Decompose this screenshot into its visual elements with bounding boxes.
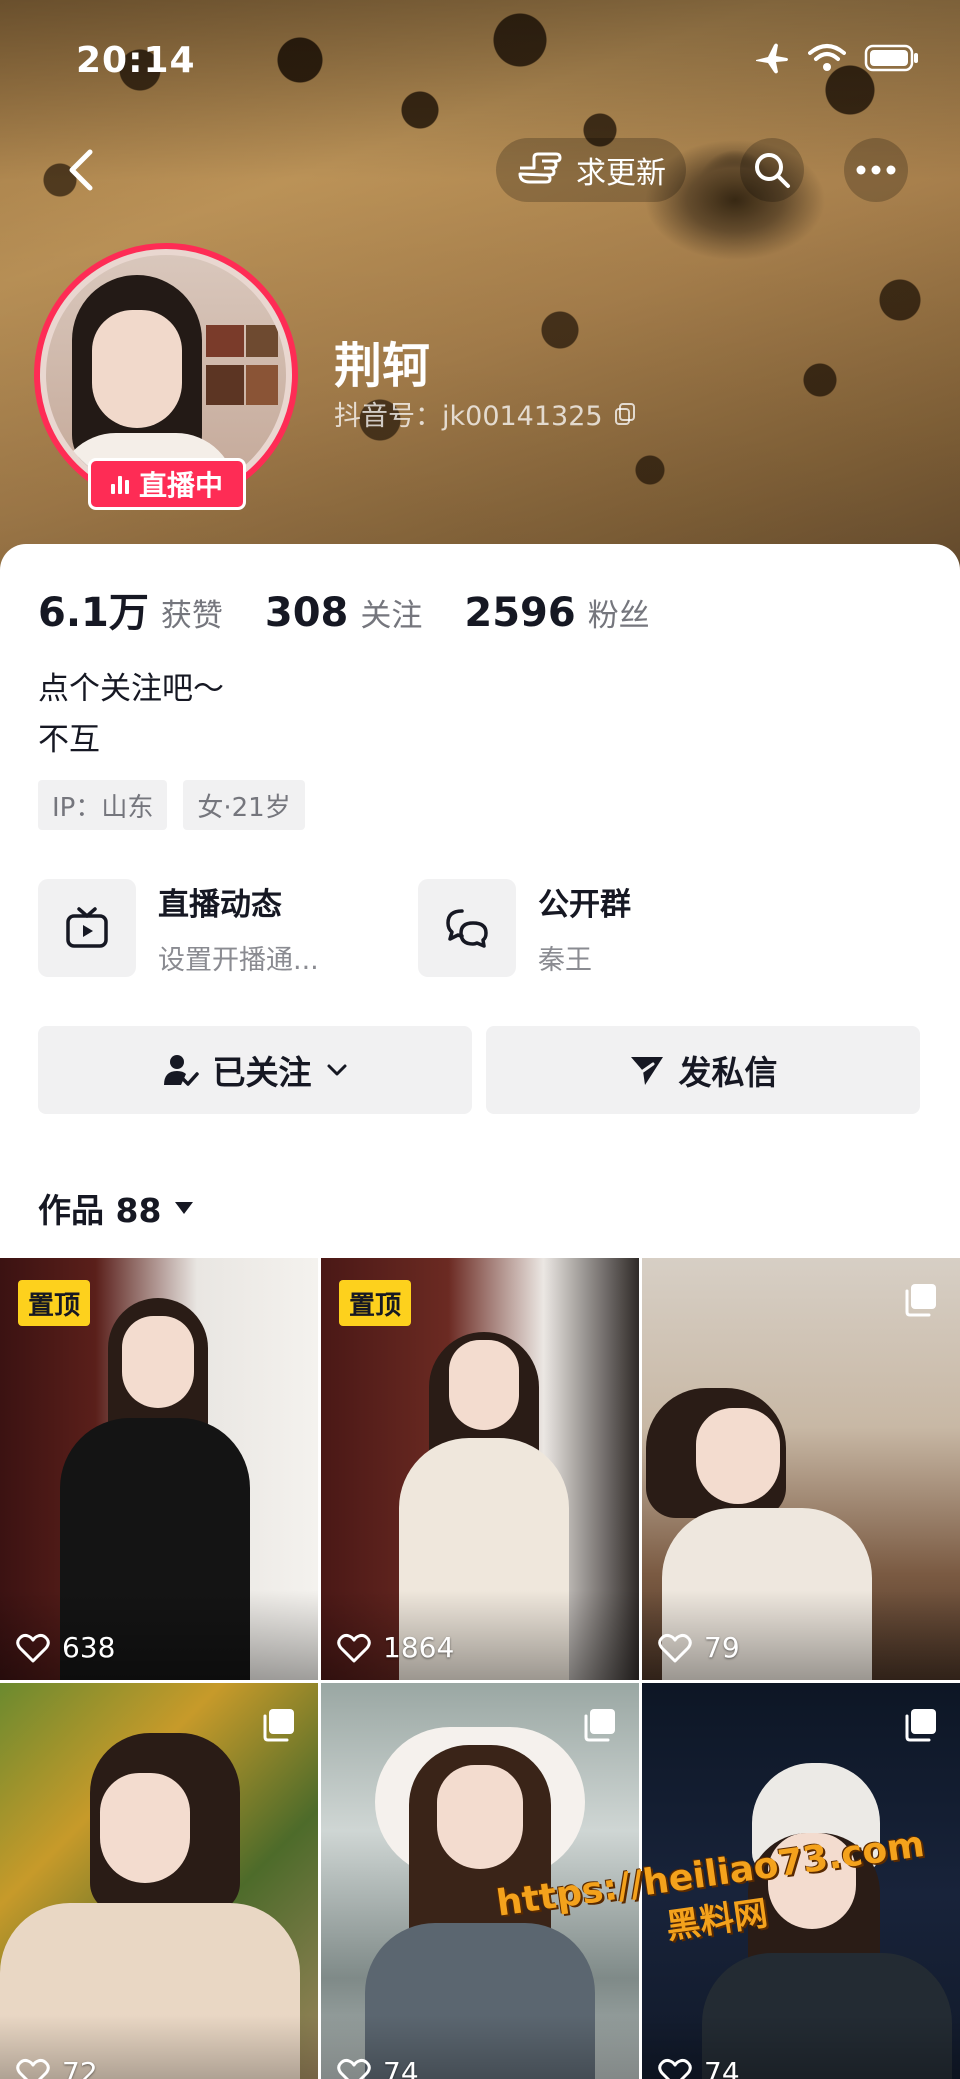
chevron-left-icon (69, 149, 93, 191)
public-group-entry[interactable]: 公开群 秦王 (418, 879, 631, 977)
battery-icon (864, 44, 920, 76)
stat-likes[interactable]: 6.1万 获赞 (38, 580, 223, 638)
more-dots-icon (856, 165, 896, 175)
likes-value: 74 (704, 2056, 740, 2079)
request-update-label: 求更新 (576, 156, 666, 191)
triangle-down-icon (175, 1202, 194, 1214)
work-item[interactable]: 79 (642, 1258, 960, 1680)
likes-value: 79 (704, 1631, 740, 1664)
work-item[interactable]: 置顶 638 (0, 1258, 318, 1680)
search-button[interactable] (740, 138, 804, 202)
works-tab-label: 作品 88 (38, 1191, 162, 1230)
stat-label: 关注 (360, 598, 423, 634)
pointing-hand-icon (518, 152, 562, 184)
likes-value: 72 (62, 2056, 98, 2079)
tv-icon (66, 907, 108, 948)
status-time: 20:14 (76, 40, 196, 81)
back-button[interactable] (52, 142, 108, 198)
wifi-icon (808, 43, 846, 77)
stat-value: 2596 (464, 590, 576, 636)
bio-line: 不互 (38, 722, 100, 758)
feature-icon-box (38, 879, 136, 977)
live-updates-entry[interactable]: 直播动态 设置开播通... (38, 879, 319, 977)
feature-title: 直播动态 (158, 887, 282, 923)
search-icon (755, 153, 790, 188)
feature-subtitle: 秦王 (538, 945, 592, 976)
heart-icon (658, 1633, 692, 1662)
top-navigation: 求更新 (0, 130, 960, 210)
likes-count: 79 (658, 1631, 740, 1664)
feature-icon-box (418, 879, 516, 977)
likes-count: 638 (16, 1631, 115, 1664)
likes-count: 1864 (337, 1631, 454, 1664)
multi-image-badge (902, 1707, 938, 1747)
copy-icon[interactable] (613, 402, 637, 426)
likes-count: 74 (658, 2056, 740, 2079)
multi-image-badge (581, 1707, 617, 1747)
works-tab[interactable]: 作品 88 (38, 1184, 195, 1232)
multi-image-badge (260, 1707, 296, 1747)
more-button[interactable] (844, 138, 908, 202)
pinned-badge: 置顶 (339, 1280, 412, 1326)
gender-age-tag: 女·21岁 (183, 780, 305, 830)
multi-image-icon (584, 1709, 615, 1742)
send-message-label: 发私信 (678, 1053, 778, 1092)
bio: 点个关注吧～ 不互 (38, 664, 224, 766)
followed-label: 已关注 (212, 1053, 312, 1092)
feature-title: 公开群 (538, 887, 631, 923)
pinned-badge: 置顶 (18, 1280, 91, 1326)
airplane-icon (754, 42, 790, 78)
likes-count: 72 (16, 2056, 98, 2079)
likes-value: 638 (62, 1631, 116, 1664)
live-badge-label: 直播中 (138, 469, 223, 502)
request-update-button[interactable]: 求更新 (496, 138, 686, 202)
stat-value: 308 (264, 590, 349, 636)
douyin-id-text: 抖音号：jk00141325 (334, 401, 603, 432)
status-icons (754, 42, 920, 78)
feature-subtitle: 设置开播通... (158, 945, 319, 976)
stat-followers[interactable]: 2596 粉丝 (464, 590, 649, 636)
stat-value: 6.1万 (38, 590, 149, 636)
stat-following[interactable]: 308 关注 (265, 590, 423, 636)
followed-button[interactable]: 已关注 (38, 1026, 472, 1114)
likes-value: 1864 (383, 1631, 455, 1664)
chevron-down-icon (327, 1064, 346, 1076)
profile-stats: 6.1万 获赞 308 关注 2596 粉丝 (38, 580, 650, 638)
douyin-id[interactable]: 抖音号：jk00141325 (334, 394, 637, 433)
nickname: 荆轲 (334, 338, 431, 394)
send-icon (630, 1057, 663, 1085)
work-item[interactable]: 72 (0, 1683, 318, 2079)
heart-icon (16, 2058, 50, 2079)
profile-tags: IP：山东 女·21岁 (38, 780, 305, 830)
user-check-icon (163, 1055, 199, 1086)
multi-image-badge (902, 1282, 938, 1322)
status-bar: 20:14 (0, 0, 960, 120)
send-message-button[interactable]: 发私信 (486, 1026, 920, 1114)
live-bars-icon (110, 474, 129, 494)
multi-image-icon (905, 1709, 936, 1742)
bio-line: 点个关注吧～ (38, 671, 224, 707)
stat-label: 粉丝 (587, 598, 650, 634)
heart-icon (337, 1633, 371, 1662)
likes-value: 74 (383, 2056, 419, 2079)
multi-image-icon (905, 1284, 936, 1317)
heart-icon (16, 1633, 50, 1662)
ip-tag: IP：山东 (38, 780, 168, 830)
heart-icon (658, 2058, 692, 2079)
live-badge[interactable]: 直播中 (88, 458, 246, 510)
stat-label: 获赞 (160, 598, 223, 634)
multi-image-icon (263, 1709, 294, 1742)
group-chat-icon (446, 909, 488, 948)
work-item[interactable]: 置顶 1864 (321, 1258, 639, 1680)
heart-icon (337, 2058, 371, 2079)
works-grid: 置顶 638 置顶 1864 79 72 74 74 (0, 1258, 960, 2079)
likes-count: 74 (337, 2056, 419, 2079)
